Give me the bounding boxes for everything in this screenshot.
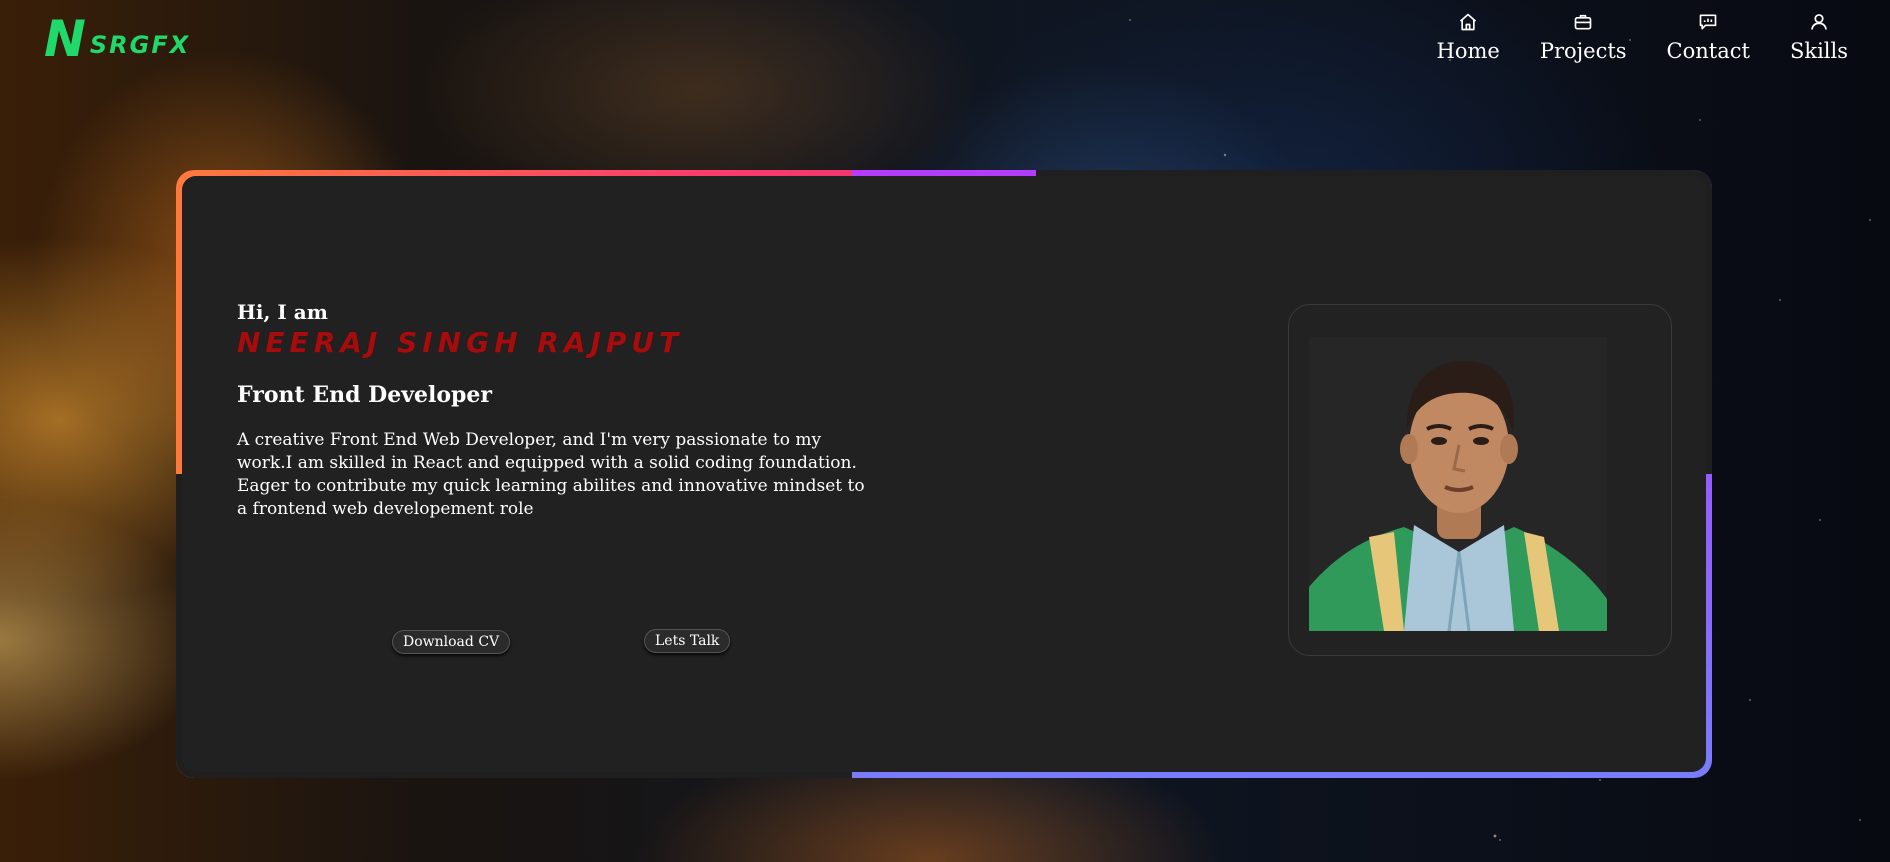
chat-icon [1698,12,1718,36]
download-cv-button[interactable]: Download CV [392,630,511,654]
main-nav: Home Projects Contact Skills [1437,12,1848,64]
nav-label-projects: Projects [1539,39,1627,63]
card-body: Hi, I am NEERAJ SINGH RAJPUT Front End D… [182,176,1706,772]
nav-item-home[interactable]: Home [1437,12,1500,64]
hero-description: A creative Front End Web Developer, and … [237,430,865,519]
nav-label-home: Home [1436,39,1500,63]
lets-talk-button[interactable]: Lets Talk [644,629,731,653]
hero-name: NEERAJ SINGH RAJPUT [237,326,684,359]
user-icon [1809,12,1829,36]
nav-label-skills: Skills [1789,39,1848,63]
nav-item-contact[interactable]: Contact [1667,12,1750,64]
profile-photo [1309,337,1607,631]
nav-item-projects[interactable]: Projects [1540,12,1627,64]
nav-item-skills[interactable]: Skills [1790,12,1848,64]
hero-card: Hi, I am NEERAJ SINGH RAJPUT Front End D… [176,170,1712,778]
logo-text: SRGFX [89,31,191,59]
profile-photo-frame [1288,304,1672,656]
brand-logo[interactable]: N SRGFX [44,12,190,64]
briefcase-icon [1573,12,1593,36]
home-icon [1458,12,1478,36]
greeting-text: Hi, I am [237,300,328,324]
role-title: Front End Developer [237,382,492,408]
logo-initial: N [44,10,88,68]
nav-label-contact: Contact [1666,39,1750,63]
